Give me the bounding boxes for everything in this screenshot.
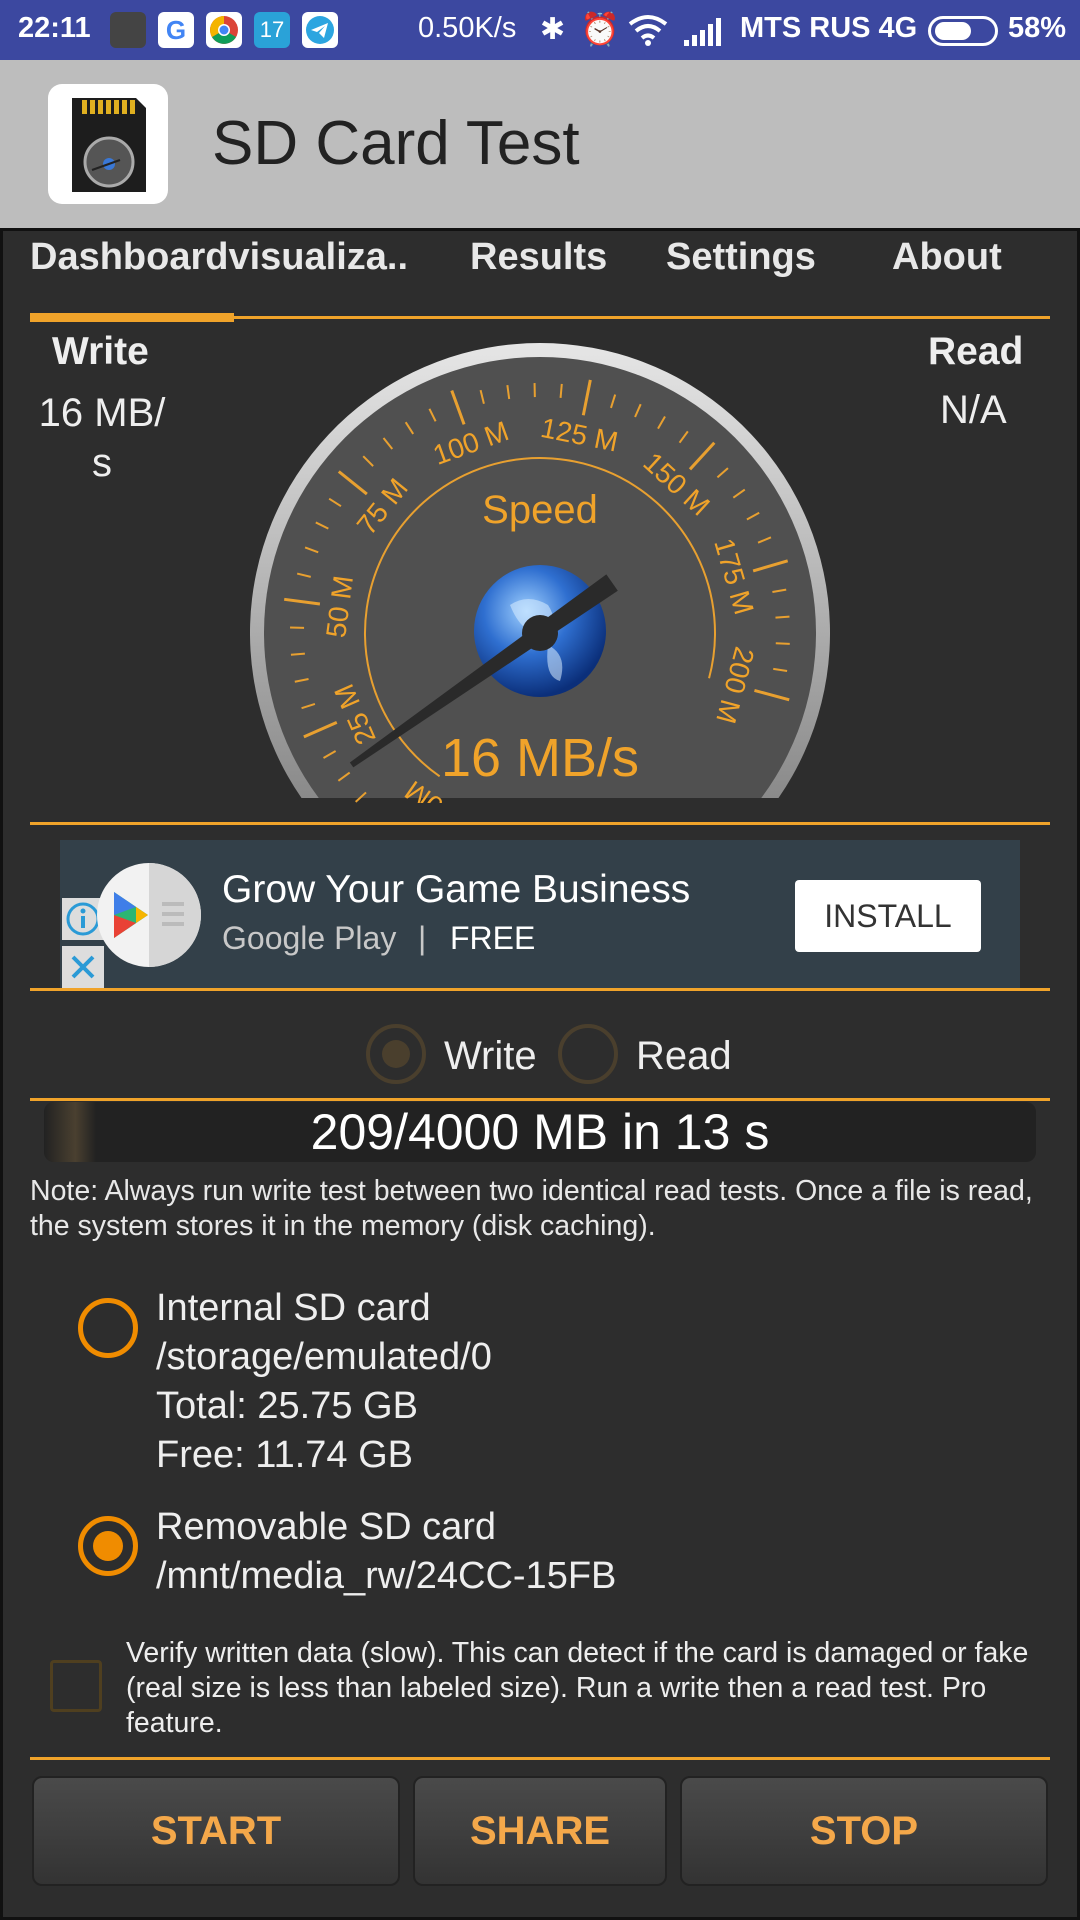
internal-card-radio[interactable] [78, 1298, 138, 1358]
read-value: N/A [940, 388, 1007, 432]
ad-price: FREE [450, 920, 536, 956]
gauge-tick [775, 615, 790, 619]
gauge-reading: 16 MB/s [441, 728, 639, 788]
progress-text: 209/4000 MB in 13 s [310, 1104, 770, 1160]
gauge-tick [290, 652, 305, 656]
gauge-tick [775, 642, 790, 645]
write-mode-radio[interactable] [366, 1024, 426, 1084]
app-title: SD Card Test [212, 109, 580, 178]
internal-card-free: Free: 11.74 GB [156, 1434, 413, 1476]
battery-icon [928, 16, 998, 46]
carrier-name: MTS RUS 4G [740, 12, 918, 44]
speedometer-notification-icon [110, 12, 146, 48]
internal-card-name: Internal SD card [156, 1287, 431, 1329]
divider [30, 1757, 1050, 1760]
removable-card-name: Removable SD card [156, 1506, 497, 1548]
verify-checkbox[interactable] [50, 1660, 102, 1712]
ad-store-name: Google Play [222, 920, 397, 956]
divider [30, 822, 1050, 825]
chrome-notification-icon [206, 12, 242, 48]
needle-hub [522, 615, 558, 651]
read-mode-radio[interactable] [558, 1024, 618, 1084]
internal-card-path: /storage/emulated/0 [156, 1336, 492, 1378]
tab-dashboard[interactable]: Dashboardvisualiza.. [30, 236, 408, 279]
status-time: 22:11 [18, 12, 91, 44]
ad-title: Grow Your Game Business [222, 868, 691, 911]
internal-card-info[interactable]: Internal SD card /storage/emulated/0 Tot… [156, 1284, 492, 1480]
network-speed: 0.50K/s [418, 12, 517, 44]
wifi-icon [628, 15, 668, 46]
tab-results[interactable]: Results [470, 236, 607, 279]
app-logo [48, 84, 168, 204]
read-mode-label[interactable]: Read [636, 1034, 732, 1079]
speed-gauge: 0M25 M50 M75 M100 M 125 M150 M175 M200 M … [250, 343, 831, 803]
verify-text[interactable]: Verify written data (slow). This can det… [126, 1636, 1050, 1741]
battery-percent: 58% [1008, 12, 1067, 44]
status-bar: 22:11 G 17 0.50K/s ✱ ⏰ MTS RUS 4G 58% [0, 0, 1080, 60]
note-text: Note: Always run write test between two … [30, 1175, 1033, 1242]
gauge-tick [559, 383, 563, 398]
write-value: 16 MB/ s [38, 391, 166, 485]
google-notification-icon: G [158, 12, 194, 48]
divider [30, 988, 1050, 991]
bluetooth-icon: ✱ [540, 13, 566, 46]
start-button[interactable]: START [32, 1776, 400, 1886]
divider [30, 1098, 1050, 1101]
alarm-icon: ⏰ [580, 11, 620, 47]
tab-settings[interactable]: Settings [666, 236, 816, 279]
read-label: Read [928, 330, 1024, 373]
gauge-title: Speed [482, 488, 598, 532]
telegram-notification-icon [302, 12, 338, 48]
internal-card-total: Total: 25.75 GB [156, 1385, 418, 1427]
stop-button[interactable]: STOP [680, 1776, 1048, 1886]
removable-card-info[interactable]: Removable SD card /mnt/media_rw/24CC-15F… [156, 1503, 616, 1601]
calendar-notification-icon: 17 [254, 12, 290, 48]
google-play-logo-icon [97, 863, 201, 967]
write-mode-label[interactable]: Write [444, 1034, 537, 1079]
ad-install-button[interactable]: INSTALL [795, 880, 981, 952]
write-label: Write [52, 330, 149, 373]
removable-card-radio[interactable] [78, 1516, 138, 1576]
tab-active-indicator [30, 313, 234, 322]
removable-card-path: /mnt/media_rw/24CC-15FB [156, 1555, 617, 1597]
tab-about[interactable]: About [892, 236, 1002, 279]
ad-separator: | [418, 920, 427, 956]
signal-icon [684, 18, 721, 46]
share-button[interactable]: SHARE [413, 1776, 667, 1886]
